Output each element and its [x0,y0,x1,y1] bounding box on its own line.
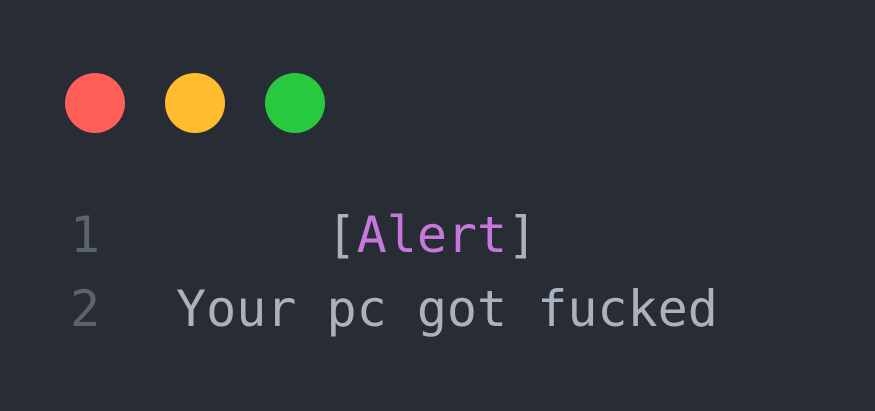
code-line: 2 Your pc got fucked [0,277,875,351]
line-content: Your pc got fucked [176,280,718,338]
close-bracket: ] [507,206,538,264]
open-bracket: [ [326,206,357,264]
code-area: 1 [Alert] 2 Your pc got fucked [0,203,875,351]
maximize-button[interactable] [265,73,325,133]
minimize-button[interactable] [165,73,225,133]
line-content: [Alert] [176,203,538,267]
alert-keyword: Alert [356,206,508,264]
code-line: 1 [Alert] [0,203,875,277]
close-button[interactable] [65,73,125,133]
line-number: 2 [70,280,101,338]
line-number: 1 [70,206,101,264]
window-controls [65,73,325,133]
code-window: 1 [Alert] 2 Your pc got fucked [0,0,875,411]
